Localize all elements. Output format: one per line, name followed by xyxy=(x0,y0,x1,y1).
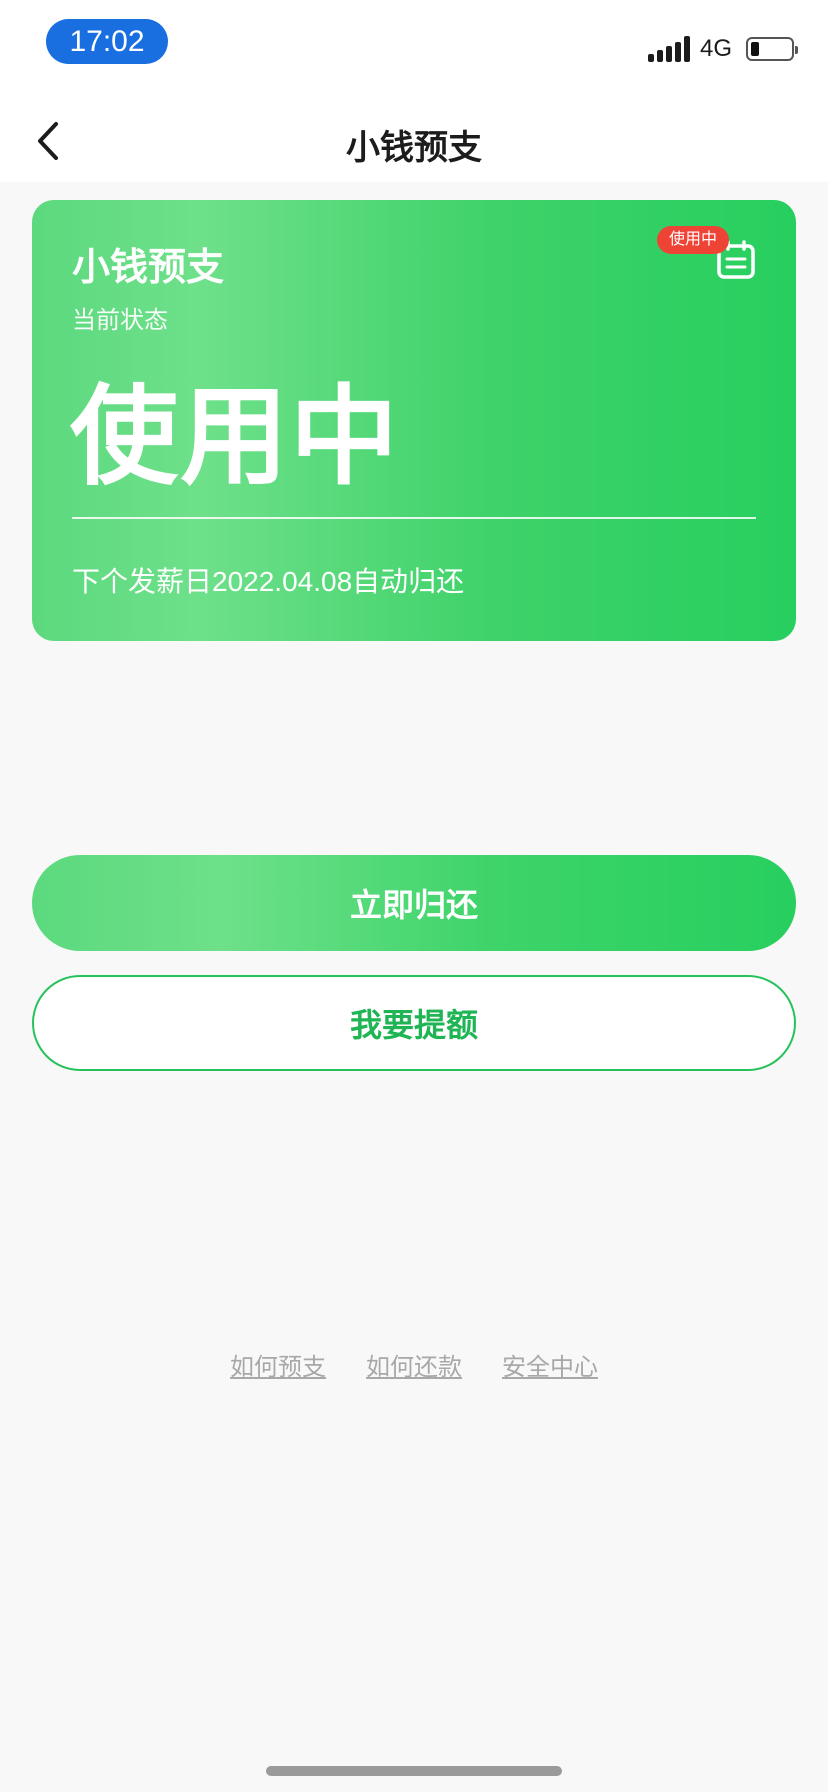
card-subtitle: 当前状态 xyxy=(72,307,168,334)
status-indicators: 4G xyxy=(647,34,798,64)
page-title: 小钱预支 xyxy=(346,129,482,167)
card-note: 下个发薪日2022.04.08自动归还 xyxy=(72,566,465,597)
return-now-button[interactable]: 立即归还 xyxy=(32,855,796,951)
card-status: 使用中 xyxy=(70,376,401,497)
status-card: 小钱预支 当前状态 使用中 使用中 下个发薪日2022.04.08自动归还 xyxy=(32,200,796,641)
card-divider xyxy=(72,517,756,519)
card-title: 小钱预支 xyxy=(72,247,225,289)
footer-links: 如何预支 如何还款 安全中心 xyxy=(0,1347,828,1382)
battery-icon xyxy=(746,37,798,61)
raise-limit-button[interactable]: 我要提额 xyxy=(32,975,796,1071)
home-indicator[interactable] xyxy=(266,1766,562,1776)
status-badge: 使用中 xyxy=(657,226,730,254)
header-area: 17:02 4G 小钱预支 xyxy=(0,0,828,182)
status-time: 17:02 xyxy=(46,19,168,64)
battery-level xyxy=(751,42,759,56)
link-how-to-advance[interactable]: 如何预支 xyxy=(230,1347,326,1382)
link-security-center[interactable]: 安全中心 xyxy=(502,1347,598,1382)
signal-icon xyxy=(647,36,690,62)
link-how-to-repay[interactable]: 如何还款 xyxy=(366,1347,462,1382)
network-label: 4G xyxy=(699,35,732,62)
